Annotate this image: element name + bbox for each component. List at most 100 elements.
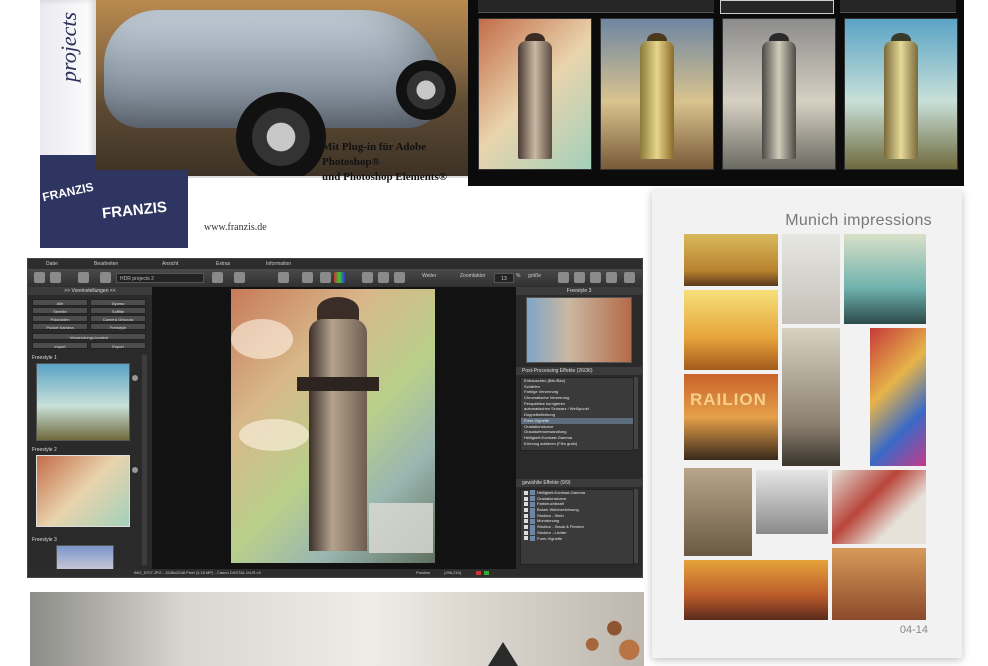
preset-select[interactable]: HDR projects 2 <box>116 273 204 283</box>
import-button[interactable]: Import <box>32 342 88 349</box>
tag-button[interactable]: Seeelte <box>32 307 88 314</box>
lighthouse-thumb-1 <box>478 18 592 170</box>
menu-datei[interactable]: Datei <box>46 261 58 267</box>
effect-icon <box>530 530 535 536</box>
color-icon[interactable] <box>334 272 345 283</box>
checkbox-icon[interactable] <box>524 508 528 512</box>
checkbox-icon[interactable] <box>524 490 528 495</box>
checkbox-icon[interactable] <box>524 536 528 541</box>
collage-photo <box>870 328 926 466</box>
refresh-icon[interactable] <box>394 272 405 283</box>
histogram-icon[interactable] <box>320 272 331 283</box>
lighthouse-thumb-4 <box>844 18 958 170</box>
clipping-red-indicator <box>476 571 481 575</box>
collage-photo <box>782 234 840 324</box>
menu-bar: Datei Bearbeiten Ansicht Extras Informat… <box>28 259 642 269</box>
preset-options-icon[interactable] <box>132 375 138 381</box>
export-button[interactable]: Export <box>90 342 146 349</box>
collage-photo <box>684 234 778 286</box>
preset-panel-header: >> Voreinstellungen << <box>28 287 152 295</box>
tag-button[interactable]: Sofflite <box>90 307 146 314</box>
lighthouse-variations-strip <box>468 0 964 186</box>
tag-button[interactable]: Dyamo <box>90 299 146 306</box>
chosen-effect-label: Helligkeit-Kontrast-Gamma <box>537 490 586 495</box>
effect-icon <box>530 524 535 530</box>
image-canvas[interactable] <box>153 287 515 569</box>
crop-icon[interactable] <box>234 272 245 283</box>
preset-label: Freestyle 1 <box>32 355 57 361</box>
chosen-list-scrollbar[interactable] <box>634 489 638 563</box>
bird-silhouette <box>488 642 518 666</box>
chosen-effect-label: Farbleuchtkraft <box>537 501 564 507</box>
plugin-line-2: und Photoshop Elements® <box>322 171 447 183</box>
preset-scrollbar[interactable] <box>142 355 147 565</box>
preset-thumb-3[interactable] <box>56 545 114 571</box>
effect-icon <box>530 535 535 541</box>
size-label: größe <box>528 273 542 279</box>
collage-photo <box>832 548 926 620</box>
tag-button[interactable]: Polaroiden <box>32 315 88 322</box>
menu-extras[interactable]: Extras <box>216 261 230 267</box>
user-presets-button[interactable]: Verwendungs-kontext <box>32 333 146 340</box>
chosen-effect-label: Struktur - Staub & Flecken <box>537 524 584 530</box>
menu-information[interactable]: Information <box>266 261 291 267</box>
plugin-notice: Mit Plug-in für Adobe Photoshop® und Pho… <box>322 140 472 185</box>
lighthouse-tower <box>309 319 367 551</box>
collage-title: Munich impressions <box>785 212 932 229</box>
preset-thumb-1[interactable] <box>36 363 130 441</box>
checkbox-icon[interactable] <box>524 496 528 501</box>
checkbox-icon[interactable] <box>524 513 528 518</box>
front-brand-text: FRANZIS <box>101 198 168 223</box>
plugin-line-1: Mit Plug-in für Adobe Photoshop® <box>322 141 427 168</box>
settings-icon[interactable] <box>624 272 635 283</box>
checkbox-icon[interactable] <box>524 530 528 535</box>
collage-photo: RAILION <box>684 374 778 460</box>
checkbox-icon[interactable] <box>524 525 528 530</box>
collage-page-number: 04-14 <box>899 624 928 636</box>
save-icon[interactable] <box>100 272 111 283</box>
info-icon[interactable] <box>302 272 313 283</box>
lighthouse-thumb-3 <box>722 18 836 170</box>
spine-brand-logo: FRANZIS <box>40 155 96 248</box>
export-icon[interactable] <box>212 272 223 283</box>
undo-icon[interactable] <box>362 272 373 283</box>
post-effect-item[interactable]: Körnung addieren (Film grain) <box>521 441 633 447</box>
fit-icon[interactable] <box>558 272 569 283</box>
lighthouse-gallery <box>297 377 379 391</box>
batch-icon[interactable] <box>78 272 89 283</box>
status-position-label: Position <box>416 570 431 575</box>
tag-button[interactable]: Freestyle <box>90 323 146 330</box>
split-view-icon[interactable] <box>590 272 601 283</box>
zoom-field[interactable]: 13 <box>494 273 514 283</box>
chosen-effect-label: Struktur - Lichter <box>537 529 567 535</box>
menu-ansicht[interactable]: Ansicht <box>162 261 178 267</box>
tag-button[interactable]: Alle <box>32 299 88 306</box>
munich-collage: Munich impressions RAILION 04-14 <box>652 190 962 658</box>
chosen-effect-item[interactable]: Form-Vignette <box>521 536 633 542</box>
compare-icon[interactable] <box>278 272 289 283</box>
collage-photo <box>684 290 778 370</box>
menu-bearbeiten[interactable]: Bearbeiten <box>94 261 118 267</box>
collage-photo <box>844 234 926 324</box>
tag-button[interactable]: Camera Obscura <box>90 315 146 322</box>
fullscreen-icon[interactable] <box>606 272 617 283</box>
status-position-value: (296,210) <box>444 570 462 575</box>
box-url: www.franzis.de <box>204 222 267 233</box>
front-brand-logo: FRANZIS <box>96 170 188 248</box>
post-list-scrollbar[interactable] <box>634 377 638 449</box>
preset-options-icon[interactable] <box>132 467 138 473</box>
open-icon[interactable] <box>50 272 61 283</box>
house-shape <box>369 503 433 553</box>
new-icon[interactable] <box>34 272 45 283</box>
redo-icon[interactable] <box>378 272 389 283</box>
effect-icon <box>530 518 535 524</box>
preset-thumb-2[interactable] <box>36 455 130 527</box>
tag-button[interactable]: Pocket Kamera <box>32 323 88 330</box>
checkbox-icon[interactable] <box>524 502 528 507</box>
layout-icon[interactable] <box>574 272 585 283</box>
lighthouse-tower <box>884 41 918 159</box>
zoom-unit: % <box>516 273 521 279</box>
status-file-info: IMG_5707.JPG - 1536x2048 Pixel (3,15 MP)… <box>134 570 261 575</box>
checkbox-icon[interactable] <box>524 519 528 524</box>
strip-top-thumb <box>478 0 714 13</box>
